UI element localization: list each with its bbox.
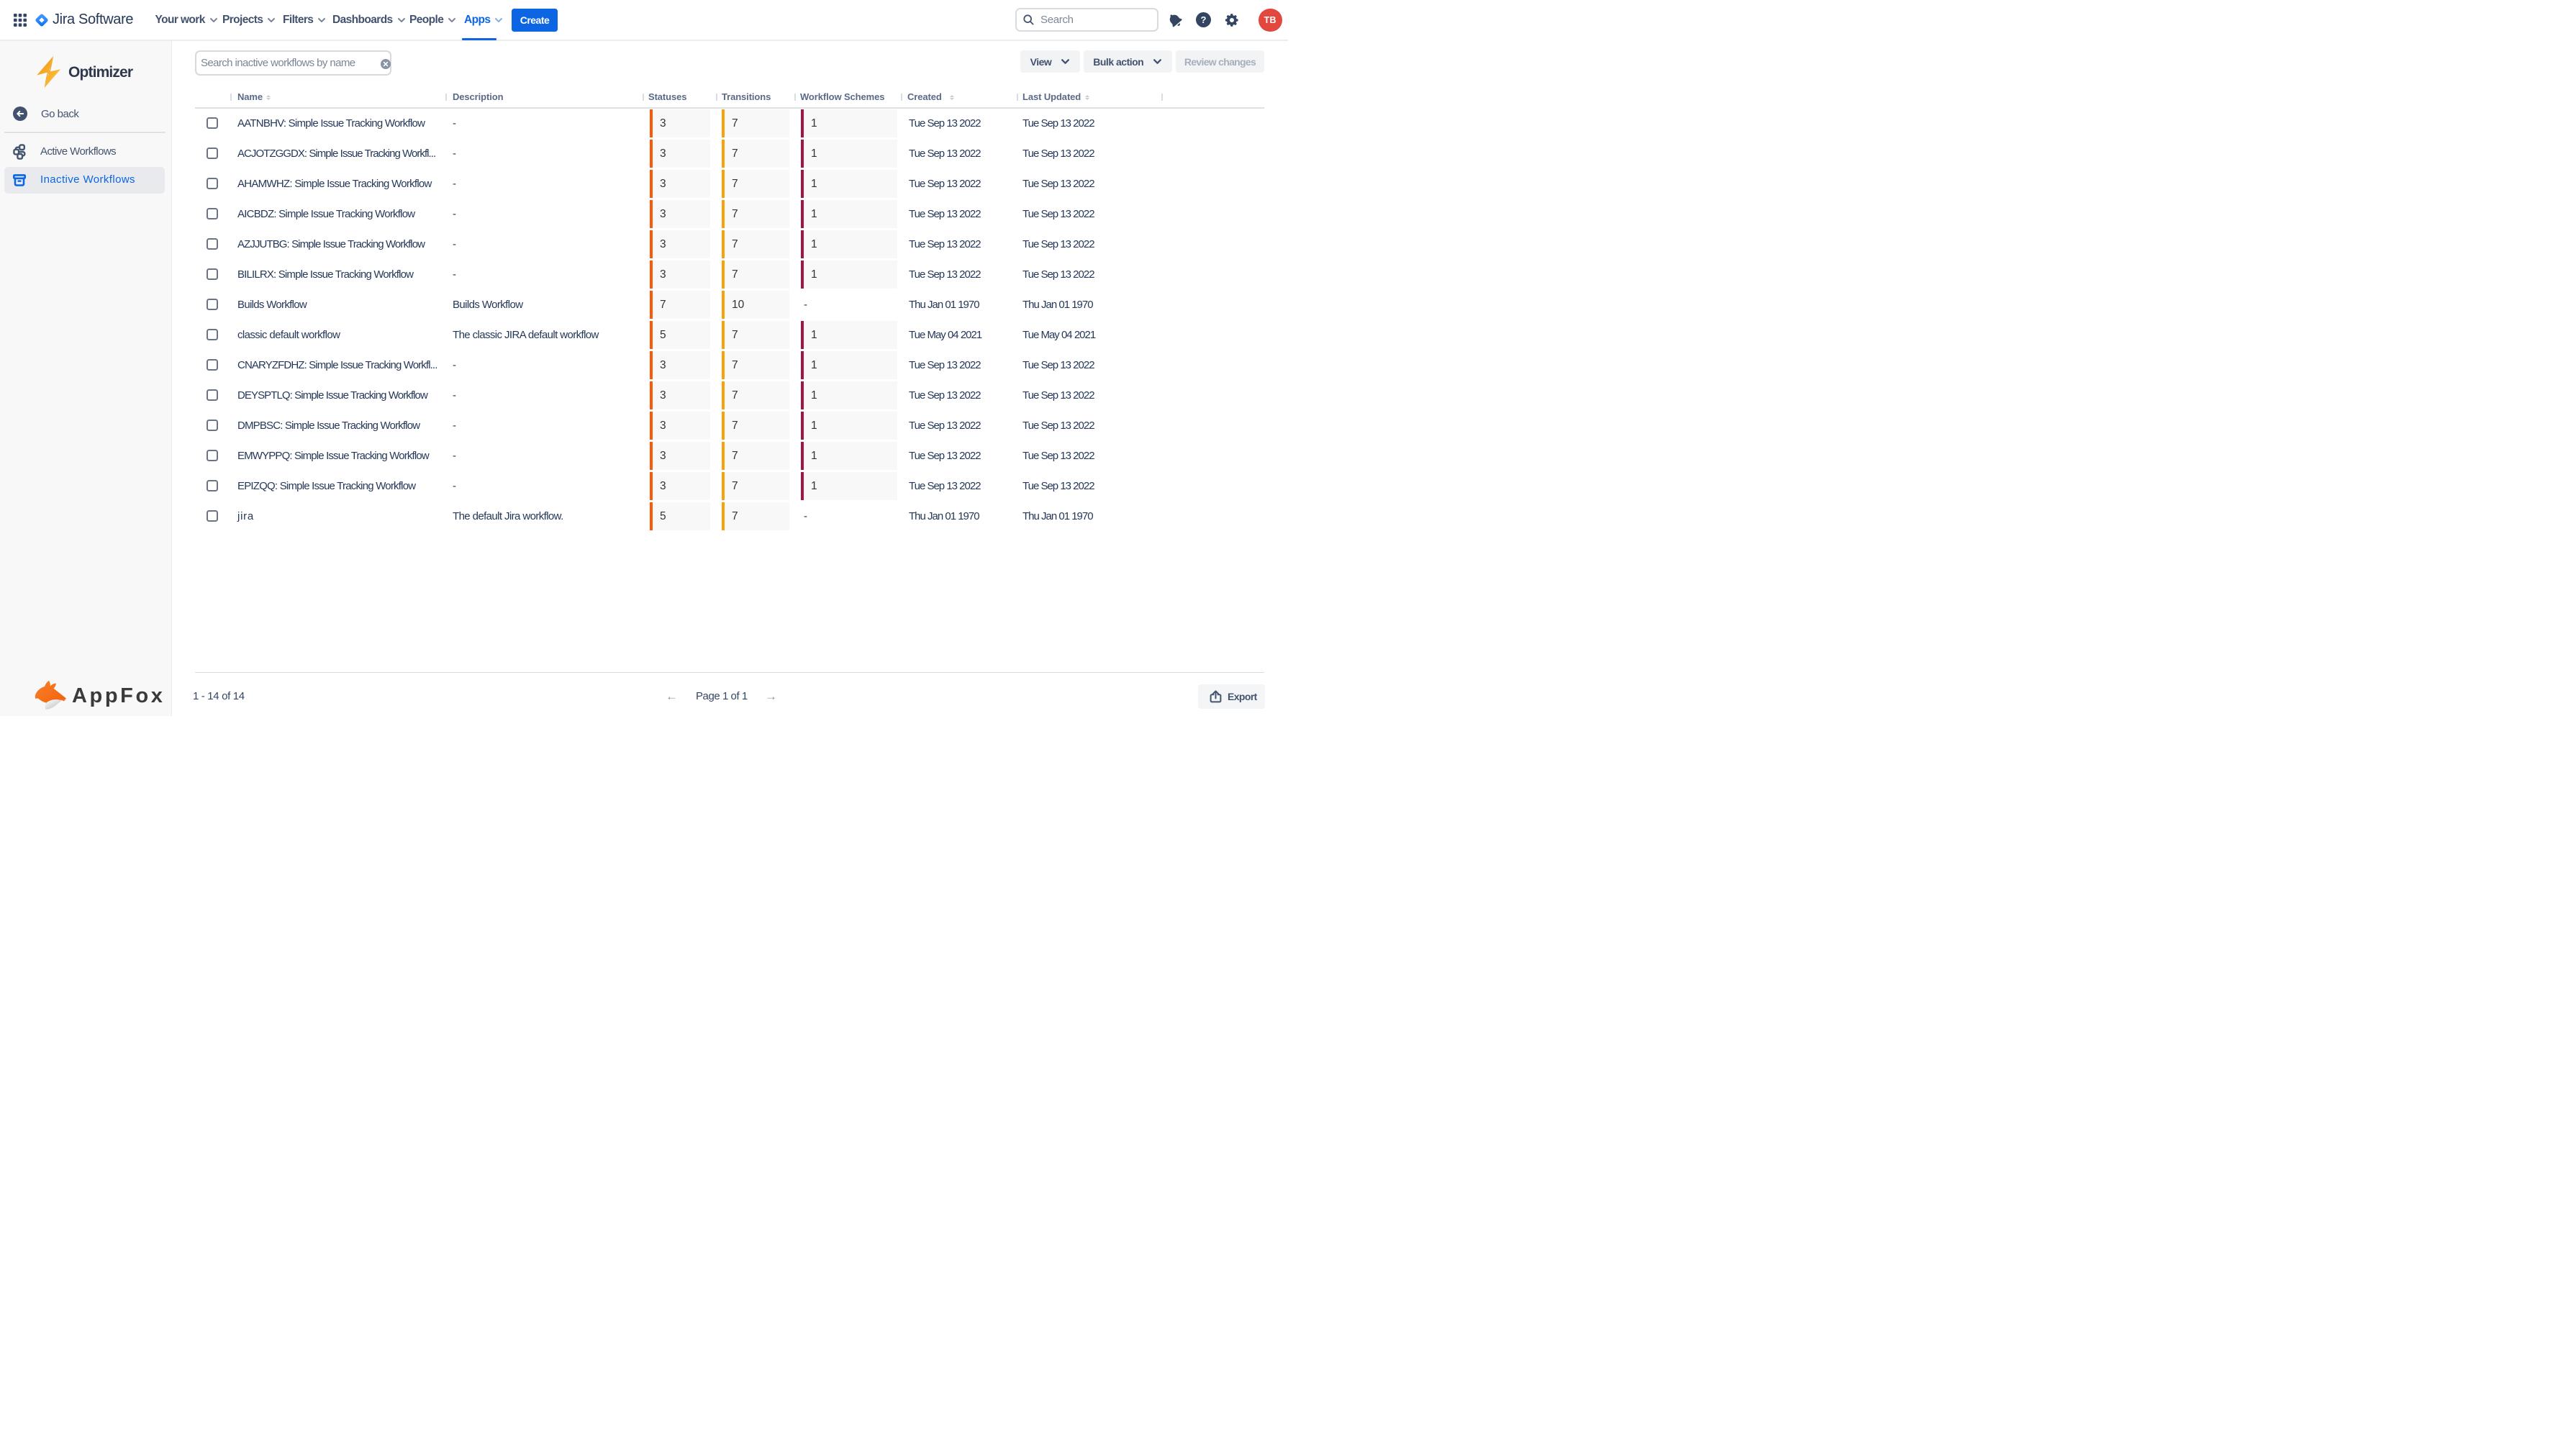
svg-text:?: ? [1200,14,1206,25]
